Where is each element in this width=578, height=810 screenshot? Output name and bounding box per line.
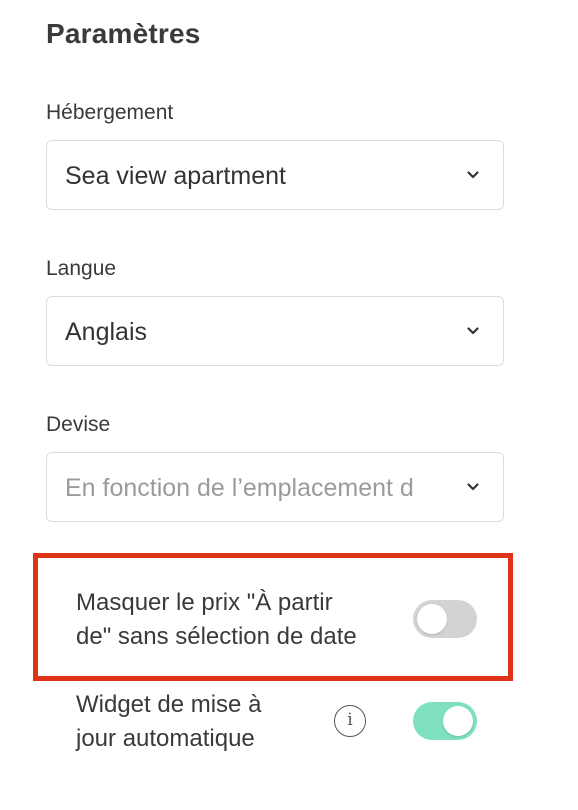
auto-update-label-line1: Widget de mise à	[76, 691, 262, 718]
accommodation-label: Hébergement	[46, 101, 174, 124]
chevron-down-icon	[467, 327, 479, 335]
accommodation-value: Sea view apartment	[65, 162, 286, 190]
hide-price-label: Masquer le prix "À partir de" sans sélec…	[76, 586, 357, 654]
currency-select[interactable]: En fonction de l’emplacement d	[46, 452, 504, 522]
hide-price-label-line1: Masquer le prix "À partir	[76, 589, 333, 616]
chevron-down-icon	[467, 171, 479, 179]
language-value: Anglais	[65, 318, 147, 346]
currency-label: Devise	[46, 413, 111, 436]
info-icon[interactable]: i	[334, 705, 366, 737]
page-title: Paramètres	[46, 18, 201, 49]
toggle-knob	[417, 604, 447, 634]
language-select[interactable]: Anglais	[46, 296, 504, 366]
hide-price-label-line2: de" sans sélection de date	[76, 623, 357, 650]
auto-update-toggle[interactable]	[413, 702, 477, 740]
auto-update-label-line2: jour automatique	[76, 725, 255, 752]
toggle-knob	[443, 706, 473, 736]
chevron-down-icon	[467, 483, 479, 491]
currency-placeholder: En fonction de l’emplacement d	[65, 474, 414, 502]
hide-price-toggle[interactable]	[413, 600, 477, 638]
accommodation-select[interactable]: Sea view apartment	[46, 140, 504, 210]
language-label: Langue	[46, 257, 117, 280]
auto-update-label: Widget de mise à jour automatique	[76, 688, 261, 756]
